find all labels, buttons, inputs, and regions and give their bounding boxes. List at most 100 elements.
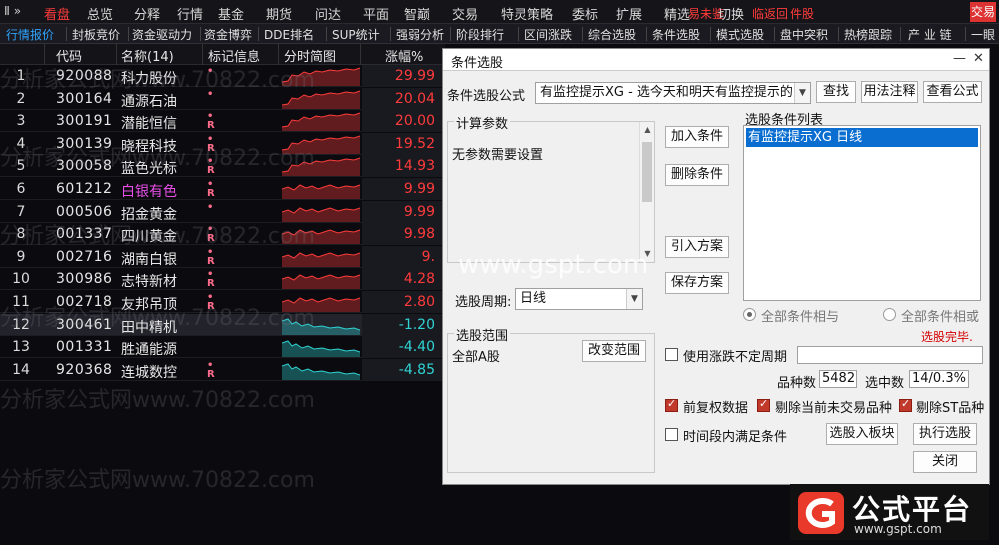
stock-code[interactable]: 000506 xyxy=(56,204,112,220)
dialog-titlebar[interactable]: 条件选股 — ✕ xyxy=(443,49,989,71)
tab-seal-bid[interactable]: 封板竞价 xyxy=(72,26,120,43)
intraday-sparkline[interactable] xyxy=(282,179,360,199)
menu-item-futures[interactable]: 期货 xyxy=(266,4,292,23)
stock-name[interactable]: 潜能恒信 xyxy=(121,113,177,133)
stock-name[interactable]: 招金黄金 xyxy=(121,204,177,224)
add-condition-button[interactable]: 加入条件 xyxy=(665,126,729,148)
remove-no-trade-checkbox[interactable] xyxy=(757,397,770,412)
intraday-sparkline[interactable] xyxy=(282,360,360,380)
table-row[interactable]: 1 920088 科力股份 • 29.99 xyxy=(0,65,445,87)
chevron-down-icon[interactable]: ▼ xyxy=(626,289,642,309)
stock-name[interactable]: 通源石油 xyxy=(121,91,177,111)
intraday-sparkline[interactable] xyxy=(282,292,360,312)
intraday-sparkline[interactable] xyxy=(282,247,360,267)
stock-code[interactable]: 300164 xyxy=(56,91,112,107)
tab-more[interactable]: 一眼 xyxy=(971,26,995,43)
tab-strength[interactable]: 强弱分析 xyxy=(396,26,444,43)
delete-condition-button[interactable]: 删除条件 xyxy=(665,164,729,186)
column-header-intraday-chart[interactable]: 分时简图 xyxy=(284,46,336,65)
table-row[interactable]: 2 300164 通源石油 • 20.04 xyxy=(0,87,445,111)
stock-code[interactable]: 300191 xyxy=(56,113,112,129)
intraday-sparkline[interactable] xyxy=(282,89,360,109)
table-row[interactable]: 8 001337 四川黄金 • R 9.98 xyxy=(0,223,445,246)
menu-item-switch[interactable]: 切换 xyxy=(718,4,744,23)
tab-industry-chain[interactable]: 产 业 链 xyxy=(908,26,952,43)
formula-select[interactable]: 有监控提示XG - 选今天和明天有监控提示的 ▼ xyxy=(535,82,811,104)
change-range-button[interactable]: 改变范围 xyxy=(582,340,646,362)
stock-code[interactable]: 002718 xyxy=(56,294,112,310)
menu-item-zhidian[interactable]: 智巅 xyxy=(404,4,430,23)
stock-code[interactable]: 601212 xyxy=(56,181,112,197)
stock-name[interactable]: 蓝色光标 xyxy=(121,158,177,178)
stock-name[interactable]: 田中精机 xyxy=(121,317,177,337)
menu-item-jingxuan[interactable]: 精选 xyxy=(664,4,690,23)
tab-quotes[interactable]: 行情报价 xyxy=(6,26,54,43)
stock-name[interactable]: 晓程科技 xyxy=(121,136,177,156)
tab-dde-rank[interactable]: DDE排名 xyxy=(264,26,314,43)
menu-item-wenda[interactable]: 问达 xyxy=(315,4,341,23)
tab-fund-game[interactable]: 资金博弈 xyxy=(204,26,252,43)
intraday-sparkline[interactable] xyxy=(282,111,360,132)
stock-code[interactable]: 001337 xyxy=(56,226,112,242)
table-row[interactable]: 7 000506 招金黄金 • 9.99 xyxy=(0,200,445,224)
menu-item-overview[interactable]: 总览 xyxy=(87,4,113,23)
stock-name[interactable]: 白银有色 xyxy=(121,181,177,201)
scroll-thumb[interactable] xyxy=(642,142,652,202)
close-button[interactable]: 关闭 xyxy=(913,451,977,473)
stock-name[interactable]: 连城数控 xyxy=(121,362,177,382)
execute-select-button[interactable]: 执行选股 xyxy=(913,423,977,445)
stock-code[interactable]: 300139 xyxy=(56,136,112,152)
intraday-sparkline[interactable] xyxy=(282,134,360,154)
column-header-name[interactable]: 名称(14) xyxy=(121,46,174,65)
menu-item-quotes[interactable]: 行情 xyxy=(177,4,203,23)
all-and-radio[interactable] xyxy=(743,308,756,321)
menu-item-fund[interactable]: 基金 xyxy=(218,4,244,23)
tab-pattern-select[interactable]: 模式选股 xyxy=(716,26,764,43)
menu-item-kanpan[interactable]: 看盘 xyxy=(44,4,70,23)
table-row[interactable]: 3 300191 潜能恒信 • R 20.00 xyxy=(0,110,445,133)
intraday-sparkline[interactable] xyxy=(282,224,360,245)
column-header-change-pct[interactable]: 涨幅% xyxy=(385,46,423,65)
table-row[interactable]: 12 300461 田中精机 -1.20 xyxy=(0,313,445,337)
menu-item-flat[interactable]: 平面 xyxy=(363,4,389,23)
intraday-sparkline[interactable] xyxy=(282,269,360,290)
stock-name[interactable]: 友邦吊顶 xyxy=(121,294,177,314)
tab-combined-select[interactable]: 综合选股 xyxy=(588,26,636,43)
remove-st-checkbox[interactable] xyxy=(899,397,912,412)
find-button[interactable]: 查找 xyxy=(816,81,856,103)
view-formula-button[interactable]: 查看公式 xyxy=(923,81,982,103)
tab-fund-drive[interactable]: 资金驱动力 xyxy=(132,26,192,43)
stock-code[interactable]: 002716 xyxy=(56,249,112,265)
menu-item-extend[interactable]: 扩展 xyxy=(616,4,642,23)
table-row[interactable]: 6 601212 白银有色 • R 9.99 xyxy=(0,178,445,200)
usage-notes-button[interactable]: 用法注释 xyxy=(861,81,918,103)
table-row[interactable]: 10 300986 志特新材 • R 4.28 xyxy=(0,268,445,291)
forward-adjust-checkbox[interactable] xyxy=(665,397,678,412)
minimize-icon[interactable]: — xyxy=(953,51,966,66)
save-scheme-button[interactable]: 保存方案 xyxy=(665,272,729,294)
period-select[interactable]: 日线 ▼ xyxy=(515,288,643,310)
app-logo[interactable]: Ⅱ » xyxy=(4,4,21,18)
unfixed-period-input[interactable] xyxy=(797,346,983,364)
trade-button[interactable]: 交易 xyxy=(970,2,996,22)
menu-item-strategy[interactable]: 特灵策略 xyxy=(501,4,553,23)
chevron-down-icon[interactable]: ▼ xyxy=(794,83,810,103)
scroll-up-icon[interactable]: ▲ xyxy=(640,122,655,138)
params-scrollbar[interactable]: ▲ ▼ xyxy=(639,122,654,262)
table-row[interactable]: 14 920368 连城数控 • R -4.85 xyxy=(0,358,445,382)
menu-item-fenshi[interactable]: 分释 xyxy=(134,4,160,23)
table-row[interactable]: 4 300139 晓程科技 • R 19.52 xyxy=(0,132,445,156)
stock-name[interactable]: 胜通能源 xyxy=(121,339,177,359)
stock-name[interactable]: 湖南白银 xyxy=(121,249,177,269)
list-item[interactable]: 有监控提示XG 日线 xyxy=(746,128,978,147)
menu-item-trade[interactable]: 交易 xyxy=(452,4,478,23)
import-scheme-button[interactable]: 引入方案 xyxy=(665,236,729,258)
stock-code[interactable]: 300986 xyxy=(56,271,112,287)
stock-code[interactable]: 920088 xyxy=(56,68,112,84)
stock-name[interactable]: 科力股份 xyxy=(121,68,177,88)
stock-name[interactable]: 四川黄金 xyxy=(121,226,177,246)
tab-stage-rank[interactable]: 阶段排行 xyxy=(456,26,504,43)
intraday-sparkline[interactable] xyxy=(282,156,360,177)
table-row[interactable]: 13 001331 胜通能源 -4.40 xyxy=(0,336,445,359)
condition-list[interactable]: 有监控提示XG 日线 xyxy=(743,125,981,301)
